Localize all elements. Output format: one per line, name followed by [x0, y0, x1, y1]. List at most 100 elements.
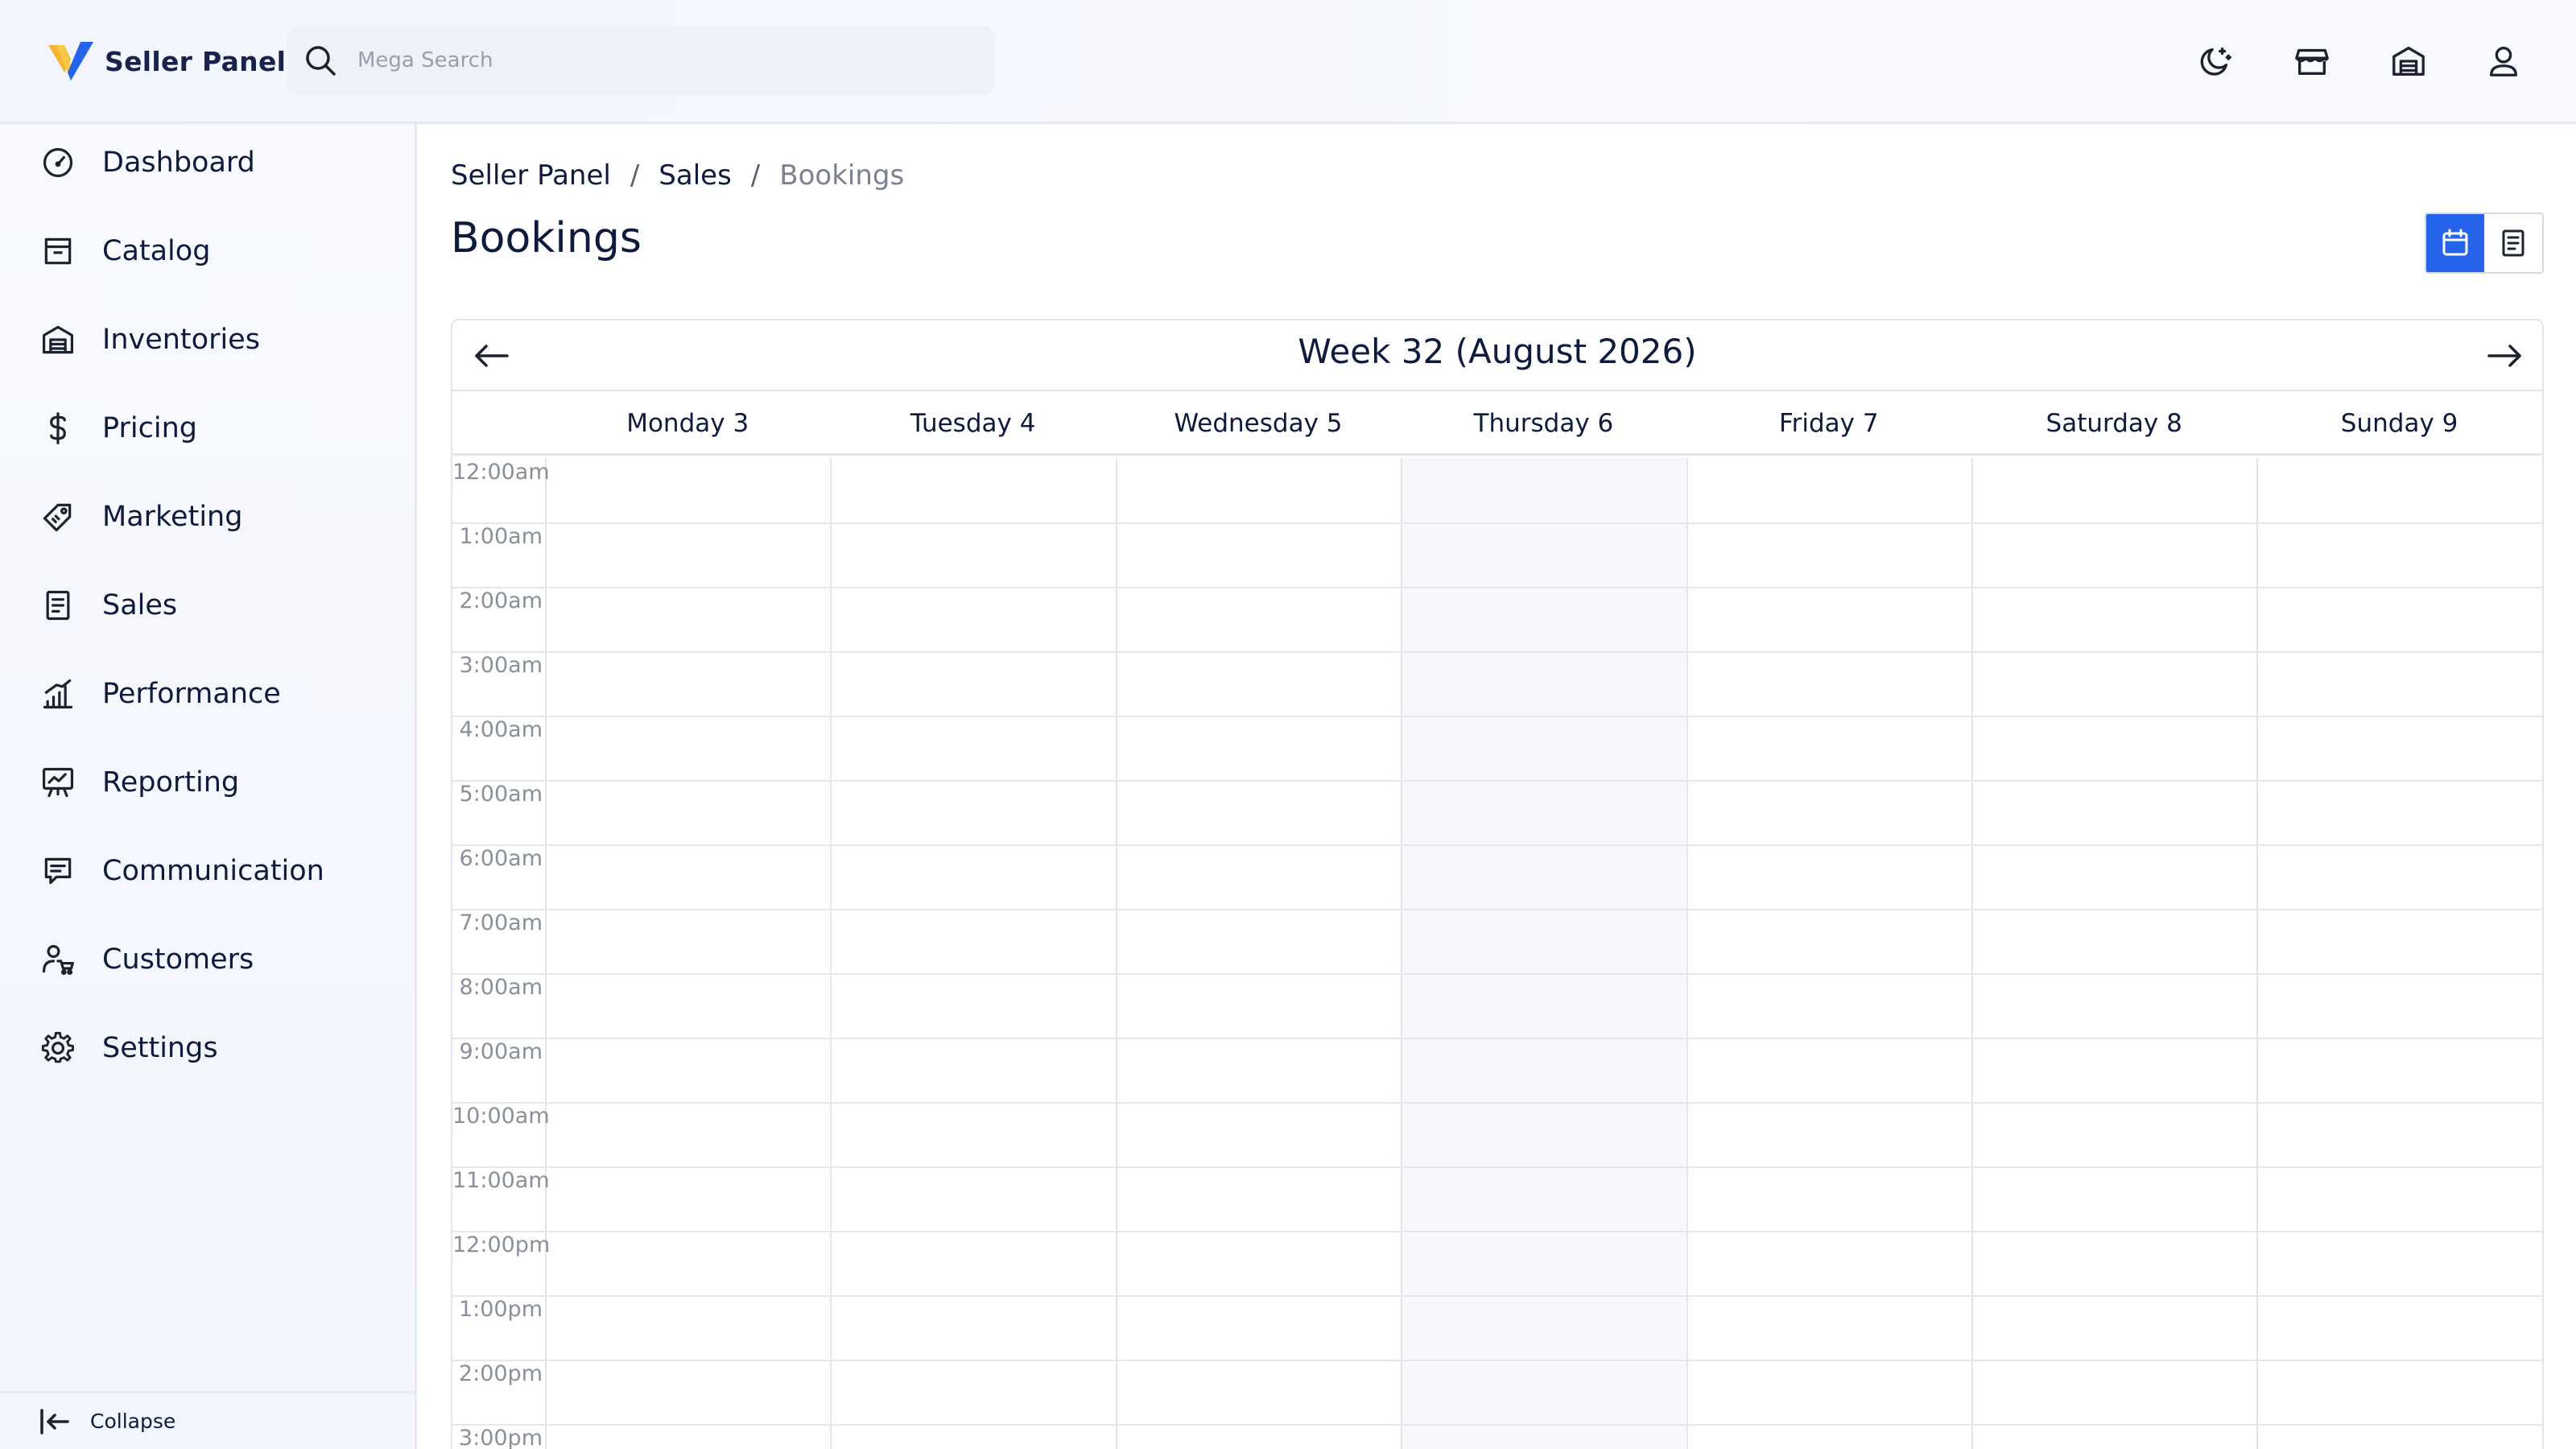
hour-gridline	[452, 587, 2542, 588]
day-column[interactable]	[1115, 458, 1401, 1449]
time-label: 2:00pm	[458, 1361, 543, 1386]
day-header: Wednesday 5	[1174, 409, 1343, 438]
day-header: Tuesday 4	[910, 409, 1036, 438]
breadcrumb-bookings: Bookings	[779, 159, 905, 192]
chat-icon	[39, 852, 77, 890]
time-label: 3:00am	[459, 653, 543, 678]
hour-gridline	[452, 1102, 2542, 1104]
hour-gridline	[452, 844, 2542, 846]
day-column[interactable]	[545, 458, 830, 1449]
hour-gridline	[452, 1166, 2542, 1168]
time-label: 7:00am	[459, 910, 543, 935]
sidebar-item-catalog[interactable]: Catalog	[0, 213, 415, 290]
hour-gridline	[452, 909, 2542, 910]
collapse-left-icon	[40, 1408, 69, 1435]
top-header: Seller Panel	[0, 0, 2576, 124]
hour-gridline	[452, 1038, 2542, 1039]
calendar-icon	[2442, 229, 2468, 256]
hour-gridline	[452, 651, 2542, 653]
moon-icon	[2200, 47, 2231, 76]
sidebar-item-label: Pricing	[102, 412, 197, 444]
calendar-time-grid: 12:00am 1:00am 2:00am 3:00am 4:00am 5:00am 6:0…	[452, 458, 2542, 1449]
sidebar-item-label: Marketing	[102, 501, 243, 533]
sidebar-item-inventories[interactable]: Inventories	[0, 301, 415, 378]
sidebar-item-communication[interactable]: Communication	[0, 832, 415, 910]
breadcrumb-separator: /	[750, 159, 761, 192]
day-column[interactable]	[1401, 458, 1686, 1449]
sidebar-item-label: Dashboard	[102, 147, 255, 179]
next-week-arrow-icon[interactable]	[2484, 335, 2526, 377]
sidebar-item-reporting[interactable]: Reporting	[0, 744, 415, 821]
breadcrumb-seller-panel[interactable]: Seller Panel	[451, 159, 611, 192]
receipt-icon	[39, 586, 77, 625]
store-icon	[2295, 48, 2329, 76]
calendar-header: Week 32 (August 2026)	[452, 320, 2542, 391]
sidebar-item-label: Customers	[102, 943, 254, 976]
sidebar-item-label: Inventories	[102, 324, 260, 356]
hour-gridline	[452, 1231, 2542, 1232]
time-label: 8:00am	[459, 975, 543, 1000]
gear-icon	[39, 1029, 77, 1067]
search-input[interactable]	[357, 26, 969, 95]
sidebar-item-marketing[interactable]: Marketing	[0, 478, 415, 555]
page-title: Bookings	[451, 214, 642, 262]
theme-toggle-button[interactable]	[2191, 37, 2240, 85]
breadcrumb-separator: /	[630, 159, 640, 192]
user-profile-button[interactable]	[2479, 37, 2528, 85]
booking-calendar: Week 32 (August 2026) Monday 3 Tuesday 4 W…	[451, 319, 2544, 1449]
sidebar-item-customers[interactable]: Customers	[0, 921, 415, 998]
search-icon	[306, 46, 336, 76]
list-view-button[interactable]	[2484, 214, 2542, 272]
time-label: 12:00pm	[452, 1232, 551, 1257]
hour-gridline	[452, 780, 2542, 782]
view-toggle	[2425, 213, 2544, 274]
list-icon	[2502, 229, 2524, 257]
catalog-icon	[39, 232, 77, 270]
previous-week-arrow-icon[interactable]	[470, 335, 512, 377]
warehouse-button[interactable]	[2384, 37, 2433, 85]
calendar-view-button[interactable]	[2426, 214, 2484, 272]
day-column[interactable]	[1686, 458, 1971, 1449]
collapse-label: Collapse	[90, 1410, 176, 1433]
time-label: 5:00am	[459, 782, 543, 807]
day-column[interactable]	[2256, 458, 2541, 1449]
time-label: 10:00am	[452, 1104, 550, 1129]
hour-gridline	[452, 1360, 2542, 1361]
bar-chart-icon	[39, 675, 77, 713]
warehouse-icon	[39, 320, 77, 359]
time-label: 2:00am	[459, 588, 543, 613]
sidebar-item-label: Communication	[102, 855, 324, 887]
sidebar-item-settings[interactable]: Settings	[0, 1009, 415, 1087]
hour-gridline	[452, 1424, 2542, 1426]
breadcrumb-sales[interactable]: Sales	[658, 159, 732, 192]
presentation-icon	[39, 763, 77, 802]
day-header: Monday 3	[626, 409, 749, 438]
collapse-sidebar-button[interactable]: Collapse	[0, 1391, 415, 1449]
sidebar-item-sales[interactable]: Sales	[0, 567, 415, 644]
mega-search[interactable]	[287, 26, 995, 95]
sidebar-item-label: Settings	[102, 1032, 218, 1064]
time-label: 1:00am	[459, 524, 543, 549]
day-column[interactable]	[830, 458, 1115, 1449]
store-button[interactable]	[2288, 37, 2336, 85]
time-label: 9:00am	[459, 1039, 543, 1064]
sidebar-item-dashboard[interactable]: Dashboard	[0, 124, 415, 201]
sidebar: Dashboard Catalog Inventories Pricing Ma…	[0, 124, 417, 1449]
customer-cart-icon	[39, 940, 77, 979]
day-header: Friday 7	[1779, 409, 1879, 438]
time-label: 6:00am	[459, 846, 543, 871]
hour-gridline	[452, 716, 2542, 717]
sidebar-item-label: Reporting	[102, 766, 240, 799]
hour-gridline	[452, 1295, 2542, 1297]
brand-logo-icon	[48, 42, 93, 80]
sidebar-item-performance[interactable]: Performance	[0, 655, 415, 733]
calendar-week-title: Week 32 (August 2026)	[1298, 332, 1697, 371]
time-label: 1:00pm	[458, 1297, 543, 1322]
day-column[interactable]	[1971, 458, 2256, 1449]
sidebar-item-pricing[interactable]: Pricing	[0, 390, 415, 467]
calendar-day-header-row: Monday 3 Tuesday 4 Wednesday 5 Thursday 6 Fr…	[452, 391, 2542, 456]
dollar-icon	[39, 409, 77, 448]
day-header: Sunday 9	[2340, 409, 2458, 438]
time-label: 12:00am	[452, 460, 550, 485]
brand[interactable]: Seller Panel	[45, 35, 286, 87]
